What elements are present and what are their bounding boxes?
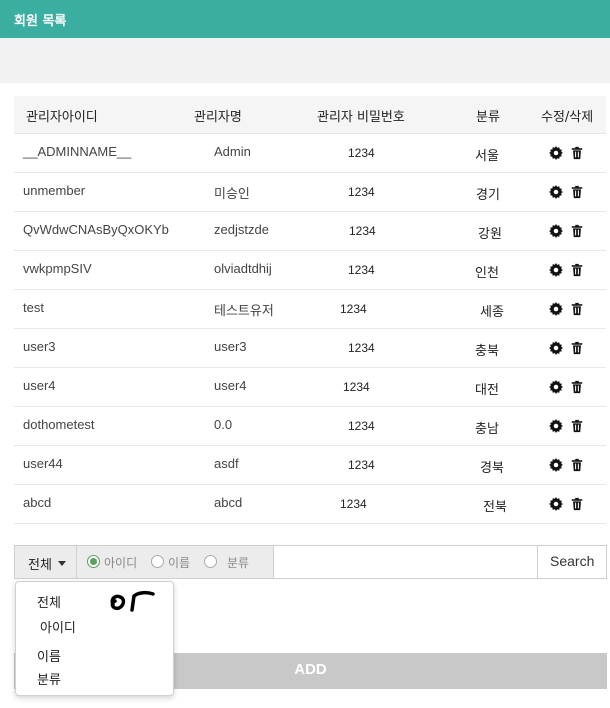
- gear-icon[interactable]: [549, 224, 563, 238]
- cell-admin-id: test: [23, 300, 44, 315]
- cell-admin-name: 0.0: [214, 417, 233, 432]
- radio-name-label: 이름: [168, 556, 191, 570]
- table-row: abcd abcd 1234 전북: [14, 485, 606, 524]
- search-scope-label: 전체: [28, 558, 52, 573]
- gear-icon[interactable]: [549, 419, 563, 433]
- cell-admin-name: Admin: [214, 144, 251, 159]
- cell-admin-id: unmember: [23, 183, 86, 198]
- trash-icon[interactable]: [570, 224, 584, 238]
- search-bar: 전체 아이디 이름 분류 Search: [14, 545, 607, 579]
- search-button-label: Search: [550, 553, 595, 569]
- cell-password: 1234: [348, 458, 375, 472]
- gear-icon[interactable]: [549, 263, 563, 277]
- toolbar-band: [0, 38, 610, 83]
- menu-item-id[interactable]: 아이디: [40, 617, 76, 636]
- gear-icon[interactable]: [549, 146, 563, 160]
- trash-icon[interactable]: [570, 185, 584, 199]
- cell-password: 1234: [348, 146, 375, 160]
- table-row: test 테스트유저 1234 세종: [14, 290, 606, 329]
- trash-icon[interactable]: [570, 263, 584, 277]
- table-row: __ADMINNAME__ Admin 1234 서울: [14, 134, 606, 173]
- cell-admin-name: abcd: [214, 495, 243, 510]
- cell-password: 1234: [348, 419, 375, 433]
- trash-icon[interactable]: [570, 146, 584, 160]
- cell-category: 서울: [475, 148, 499, 163]
- table-row: vwkpmpSIV olviadtdhij 1234 인천: [14, 251, 606, 290]
- cell-admin-name: user3: [214, 339, 247, 354]
- column-header-admin-name: 관리자명: [194, 110, 242, 125]
- gear-icon[interactable]: [549, 497, 563, 511]
- menu-item-all[interactable]: 전체: [37, 592, 61, 611]
- cell-admin-id: QvWdwCNAsByQxOKYb: [23, 222, 169, 237]
- table-header: 관리자아이디 관리자명 관리자 비밀번호 분류 수정/삭제: [14, 96, 606, 134]
- cell-admin-name: asdf: [214, 456, 239, 471]
- cell-admin-name: user4: [214, 378, 247, 393]
- search-button[interactable]: Search: [537, 546, 606, 578]
- trash-icon[interactable]: [570, 458, 584, 472]
- table-row: dothometest 0.0 1234 충남: [14, 407, 606, 446]
- page-title: 회원 목록: [14, 14, 67, 29]
- cell-admin-id: __ADMINNAME__: [23, 144, 132, 159]
- radio-name[interactable]: [151, 555, 164, 568]
- cell-admin-name: 테스트유저: [214, 303, 274, 318]
- gear-icon[interactable]: [549, 302, 563, 316]
- cell-category: 경기: [476, 187, 500, 202]
- cell-admin-id: user44: [23, 456, 63, 471]
- cell-category: 경북: [480, 460, 504, 475]
- cell-password: 1234: [348, 185, 375, 199]
- gear-icon[interactable]: [549, 380, 563, 394]
- radio-id[interactable]: [87, 555, 100, 568]
- gear-icon[interactable]: [549, 341, 563, 355]
- trash-icon[interactable]: [570, 380, 584, 394]
- cell-password: 1234: [340, 302, 367, 316]
- search-input[interactable]: [275, 546, 537, 578]
- cell-category: 충북: [475, 343, 499, 358]
- cell-admin-name: zedjstzde: [214, 222, 269, 237]
- trash-icon[interactable]: [570, 497, 584, 511]
- radio-category[interactable]: [204, 555, 217, 568]
- gear-icon[interactable]: [549, 458, 563, 472]
- cell-password: 1234: [349, 224, 376, 238]
- cell-admin-id: dothometest: [23, 417, 95, 432]
- cell-category: 세종: [480, 304, 504, 319]
- column-header-edit-delete: 수정/삭제: [541, 110, 594, 125]
- caret-down-icon: [58, 561, 66, 566]
- menu-item-category[interactable]: 분류: [37, 669, 61, 688]
- radio-category-label: 분류: [227, 556, 250, 570]
- cell-category: 대전: [475, 382, 499, 397]
- table-row: QvWdwCNAsByQxOKYb zedjstzde 1234 강원: [14, 212, 606, 251]
- trash-icon[interactable]: [570, 419, 584, 433]
- cell-category: 강원: [478, 226, 502, 241]
- table-row: unmember 미승인 1234 경기: [14, 173, 606, 212]
- column-header-category: 분류: [476, 110, 500, 125]
- radio-id-label: 아이디: [104, 556, 138, 570]
- trash-icon[interactable]: [570, 302, 584, 316]
- cell-admin-id: abcd: [23, 495, 52, 510]
- cell-category: 전북: [483, 499, 507, 514]
- cell-category: 충남: [475, 421, 499, 436]
- cell-admin-name: 미승인: [214, 186, 250, 201]
- handwritten-or-annotation: [110, 590, 155, 612]
- trash-icon[interactable]: [570, 341, 584, 355]
- cell-admin-id: user4: [23, 378, 56, 393]
- cell-admin-name: olviadtdhij: [214, 261, 272, 276]
- column-header-admin-id: 관리자아이디: [26, 110, 98, 125]
- menu-item-name[interactable]: 이름: [37, 646, 61, 665]
- cell-password: 1234: [348, 263, 375, 277]
- table-row: user4 user4 1234 대전: [14, 368, 606, 407]
- cell-password: 1234: [343, 380, 370, 394]
- cell-admin-id: user3: [23, 339, 56, 354]
- cell-category: 인천: [475, 265, 499, 280]
- table-row: user44 asdf 1234 경북: [14, 446, 606, 485]
- search-field-radio-group: 아이디 이름 분류: [77, 546, 274, 578]
- table-row: user3 user3 1234 충북: [14, 329, 606, 368]
- page-header: 회원 목록: [0, 0, 610, 38]
- cell-password: 1234: [348, 341, 375, 355]
- gear-icon[interactable]: [549, 185, 563, 199]
- cell-password: 1234: [340, 497, 367, 511]
- cell-admin-id: vwkpmpSIV: [23, 261, 92, 276]
- column-header-admin-password: 관리자 비밀번호: [317, 110, 405, 125]
- search-scope-dropdown[interactable]: 전체: [15, 546, 77, 578]
